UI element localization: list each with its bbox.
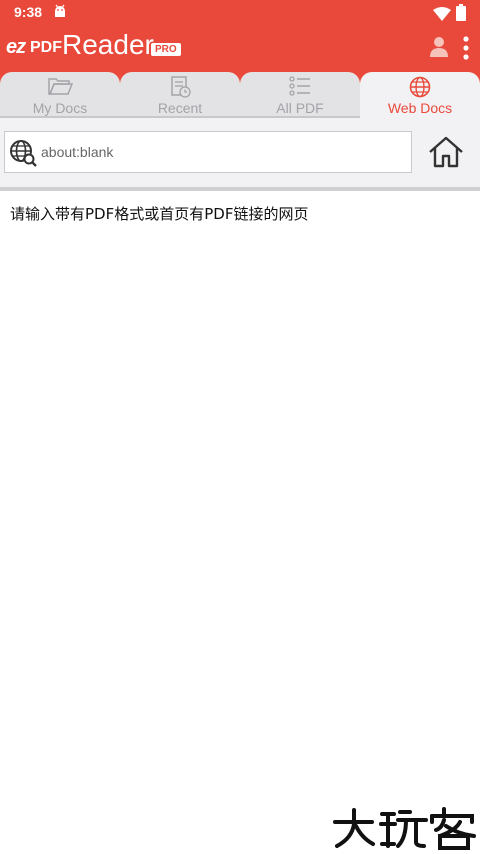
tab-my-docs[interactable]: My Docs bbox=[0, 72, 120, 118]
url-bar bbox=[0, 118, 480, 188]
content-divider bbox=[0, 187, 480, 191]
tab-label: My Docs bbox=[32, 100, 88, 116]
profile-icon[interactable] bbox=[429, 36, 449, 62]
tab-label: All PDF bbox=[276, 100, 324, 116]
tab-bar: My Docs Recent All PDF Web Docs bbox=[0, 70, 480, 118]
list-icon bbox=[289, 76, 311, 99]
battery-icon bbox=[456, 4, 466, 25]
watermark-logo bbox=[332, 806, 478, 850]
web-search-icon bbox=[9, 139, 37, 171]
pro-badge: PRO bbox=[151, 43, 181, 56]
more-options-icon[interactable] bbox=[462, 36, 470, 64]
globe-icon bbox=[409, 76, 431, 101]
content-message: 请输入带有PDF格式或首页有PDF链接的网页 bbox=[10, 205, 309, 223]
android-icon bbox=[52, 4, 68, 24]
url-box[interactable] bbox=[4, 131, 412, 173]
url-input[interactable] bbox=[41, 141, 401, 163]
tab-all-pdf[interactable]: All PDF bbox=[240, 72, 360, 118]
wifi-icon bbox=[433, 6, 451, 25]
folder-open-icon bbox=[47, 76, 74, 99]
app-bar: ez PDF Reader PRO bbox=[0, 26, 480, 70]
logo-pdf: PDF bbox=[30, 39, 62, 56]
logo-reader: Reader bbox=[62, 29, 154, 60]
tab-label: Recent bbox=[157, 100, 203, 116]
tab-label: Web Docs bbox=[387, 100, 453, 116]
home-icon[interactable] bbox=[428, 135, 464, 173]
tab-recent[interactable]: Recent bbox=[120, 72, 240, 118]
logo-ez: ez bbox=[6, 36, 26, 58]
tab-web-docs[interactable]: Web Docs bbox=[360, 72, 480, 118]
recent-doc-icon bbox=[169, 76, 191, 101]
status-bar: 9:38 bbox=[0, 0, 480, 26]
status-time: 9:38 bbox=[14, 4, 43, 20]
